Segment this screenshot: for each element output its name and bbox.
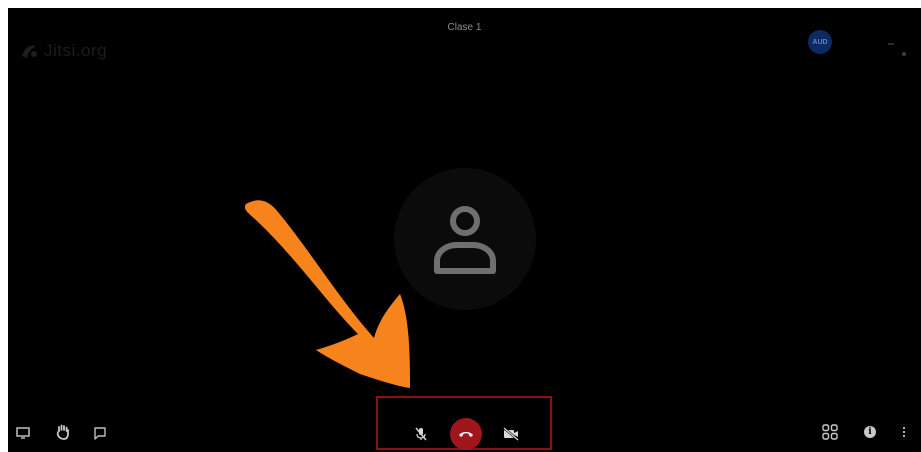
participant-avatar xyxy=(394,168,536,310)
microphone-button[interactable] xyxy=(410,423,432,445)
info-icon: i xyxy=(864,426,876,438)
hangup-button[interactable] xyxy=(450,418,482,450)
info-button[interactable]: i xyxy=(859,421,881,443)
chat-button[interactable] xyxy=(89,422,111,444)
tile-view-icon xyxy=(822,424,838,440)
screenshot-frame: Jitsi.org Clase 1 AUD i xyxy=(0,0,921,452)
more-options-button[interactable] xyxy=(897,421,911,443)
meeting-title: Clase 1 xyxy=(447,22,482,33)
meeting-view: Jitsi.org Clase 1 AUD i xyxy=(8,8,921,452)
local-avatar-initials: AUD xyxy=(812,38,828,46)
screen-share-button[interactable] xyxy=(12,422,34,444)
hangup-icon xyxy=(459,432,473,437)
camera-button[interactable] xyxy=(500,423,522,445)
raise-hand-button[interactable] xyxy=(52,421,74,443)
raise-hand-icon xyxy=(56,424,69,440)
chat-icon xyxy=(94,427,106,440)
meeting-header: Clase 1 xyxy=(8,22,921,35)
mic-muted-icon xyxy=(415,427,427,441)
camera-off-icon xyxy=(503,427,519,441)
local-avatar[interactable]: AUD xyxy=(808,30,832,54)
logo-text: Jitsi.org xyxy=(44,41,108,60)
signal-icon xyxy=(888,43,906,56)
desktop-share-icon xyxy=(16,427,30,439)
user-icon xyxy=(434,206,496,274)
jitsi-logo-icon xyxy=(22,45,37,58)
more-options-icon xyxy=(902,426,906,438)
jitsi-logo[interactable]: Jitsi.org xyxy=(18,40,107,62)
tile-view-button[interactable] xyxy=(819,421,841,443)
